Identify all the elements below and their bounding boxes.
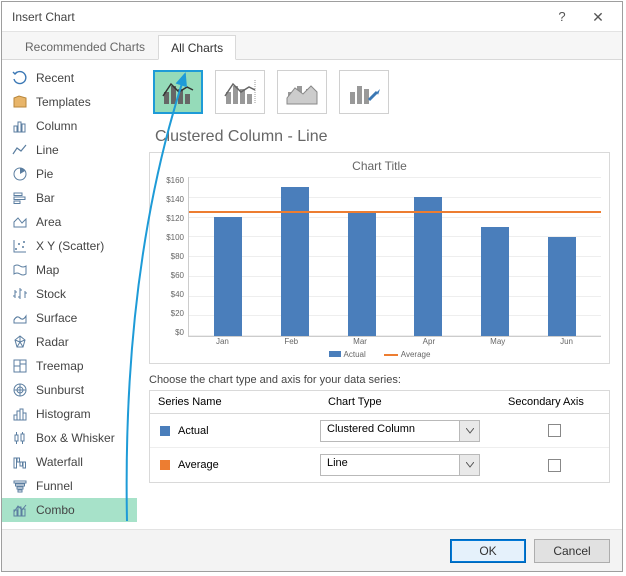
funnel-icon — [12, 478, 28, 494]
sidebar-item-pie[interactable]: Pie — [2, 162, 137, 186]
line-icon — [12, 142, 28, 158]
dialog-body: Recent Templates Column Line Pie Bar Are… — [2, 60, 622, 529]
chart-type-select-actual[interactable]: Clustered Column — [320, 420, 480, 442]
titlebar: Insert Chart ? ✕ — [2, 2, 622, 32]
chart-preview[interactable]: Chart Title $160$140$120$100$80$60$40$20… — [149, 152, 610, 364]
chevron-down-icon — [460, 454, 480, 476]
sidebar-item-line[interactable]: Line — [2, 138, 137, 162]
area-icon — [12, 214, 28, 230]
insert-chart-dialog: Insert Chart ? ✕ Recommended Charts All … — [1, 1, 623, 572]
dialog-footer: OK Cancel — [2, 529, 622, 571]
sidebar-item-stock[interactable]: Stock — [2, 282, 137, 306]
series-config-heading: Choose the chart type and axis for your … — [149, 374, 610, 386]
help-button[interactable]: ? — [544, 2, 580, 32]
subtype-clustered-column-line-secondary[interactable] — [215, 70, 265, 114]
bar-icon — [12, 190, 28, 206]
column-icon — [12, 118, 28, 134]
pie-icon — [12, 166, 28, 182]
templates-icon — [12, 94, 28, 110]
y-axis: $160$140$120$100$80$60$40$20$0 — [158, 177, 188, 337]
sidebar-item-histogram[interactable]: Histogram — [2, 402, 137, 426]
sidebar-item-templates[interactable]: Templates — [2, 90, 137, 114]
series-config-table: Series Name Chart Type Secondary Axis Ac… — [149, 390, 610, 483]
combo-subtype-row — [149, 70, 610, 114]
subtype-name: Clustered Column - Line — [155, 128, 610, 146]
tab-recommended[interactable]: Recommended Charts — [12, 34, 158, 59]
surface-icon — [12, 310, 28, 326]
table-row: Actual Clustered Column — [150, 414, 609, 448]
radar-icon — [12, 334, 28, 350]
table-row: Average Line — [150, 448, 609, 482]
sidebar-item-scatter[interactable]: X Y (Scatter) — [2, 234, 137, 258]
ok-button[interactable]: OK — [450, 539, 526, 563]
sidebar-item-column[interactable]: Column — [2, 114, 137, 138]
sidebar-item-radar[interactable]: Radar — [2, 330, 137, 354]
main-panel: Clustered Column - Line Chart Title $160… — [137, 60, 622, 529]
plot-inner — [188, 177, 601, 337]
sidebar-item-area[interactable]: Area — [2, 210, 137, 234]
waterfall-icon — [12, 454, 28, 470]
chevron-down-icon — [460, 420, 480, 442]
sidebar-item-surface[interactable]: Surface — [2, 306, 137, 330]
tab-all-charts[interactable]: All Charts — [158, 35, 236, 60]
sidebar-item-boxwhisker[interactable]: Box & Whisker — [2, 426, 137, 450]
legend: Actual Average — [158, 350, 601, 359]
table-header: Series Name Chart Type Secondary Axis — [150, 391, 609, 414]
secondary-axis-checkbox-average[interactable] — [548, 459, 561, 472]
sunburst-icon — [12, 382, 28, 398]
treemap-icon — [12, 358, 28, 374]
close-button[interactable]: ✕ — [580, 2, 616, 32]
series-swatch — [160, 426, 170, 436]
scatter-icon — [12, 238, 28, 254]
boxwhisker-icon — [12, 430, 28, 446]
subtype-clustered-column-line[interactable] — [153, 70, 203, 114]
dialog-title: Insert Chart — [8, 10, 544, 24]
cancel-button[interactable]: Cancel — [534, 539, 610, 563]
subtype-custom-combo[interactable] — [339, 70, 389, 114]
histogram-icon — [12, 406, 28, 422]
combo-icon — [12, 502, 28, 518]
sidebar-item-combo[interactable]: Combo — [2, 498, 137, 522]
sidebar-item-waterfall[interactable]: Waterfall — [2, 450, 137, 474]
sidebar-item-recent[interactable]: Recent — [2, 66, 137, 90]
x-axis: JanFebMarAprMayJun — [158, 337, 601, 346]
subtype-stacked-area-column[interactable] — [277, 70, 327, 114]
tab-strip: Recommended Charts All Charts — [2, 32, 622, 60]
sidebar-item-bar[interactable]: Bar — [2, 186, 137, 210]
chart-type-sidebar: Recent Templates Column Line Pie Bar Are… — [2, 60, 137, 529]
stock-icon — [12, 286, 28, 302]
sidebar-item-sunburst[interactable]: Sunburst — [2, 378, 137, 402]
average-line — [189, 211, 601, 213]
chart-title: Chart Title — [158, 159, 601, 173]
recent-icon — [12, 70, 28, 86]
secondary-axis-checkbox-actual[interactable] — [548, 424, 561, 437]
chart-type-select-average[interactable]: Line — [320, 454, 480, 476]
series-swatch — [160, 460, 170, 470]
sidebar-item-treemap[interactable]: Treemap — [2, 354, 137, 378]
plot-area: $160$140$120$100$80$60$40$20$0 — [158, 177, 601, 337]
sidebar-item-map[interactable]: Map — [2, 258, 137, 282]
sidebar-item-funnel[interactable]: Funnel — [2, 474, 137, 498]
map-icon — [12, 262, 28, 278]
